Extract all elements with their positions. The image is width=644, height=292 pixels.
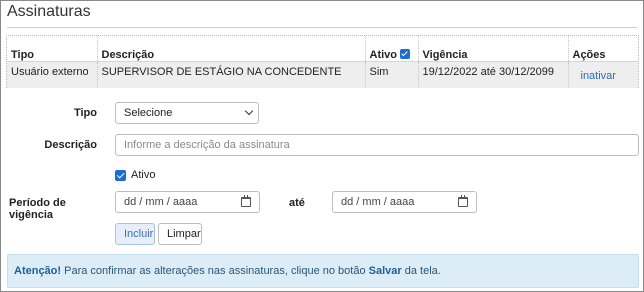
- calendar-icon[interactable]: [458, 195, 468, 207]
- col-header-acoes-label: Ações: [572, 48, 606, 61]
- calendar-icon[interactable]: [241, 195, 251, 207]
- assinaturas-panel: Assinaturas Tipo Descrição Ativo Vigênci…: [0, 0, 644, 292]
- alert-text-before: Para confirmar as alterações nas assinat…: [64, 265, 366, 277]
- table-row: Usuário externo SUPERVISOR DE ESTÁGIO NA…: [7, 61, 638, 88]
- panel-title: Assinaturas: [7, 3, 91, 20]
- col-header-vigencia-label: Vigência: [422, 48, 468, 61]
- cell-descricao: SUPERVISOR DE ESTÁGIO NA CONCEDENTE: [97, 61, 366, 88]
- date-start-placeholder: dd / mm / aaaa: [124, 196, 198, 208]
- col-header-acoes: Ações: [568, 36, 638, 62]
- ativo-filter-checkbox[interactable]: [400, 48, 410, 59]
- alert-salvar-name: Salvar: [368, 265, 402, 277]
- info-alert: Atenção! Para confirmar as alterações na…: [7, 254, 639, 288]
- cell-ativo: Sim: [365, 61, 419, 88]
- table-header-row: Tipo Descrição Ativo Vigência Ações: [7, 36, 638, 62]
- descricao-input[interactable]: Informe a descrição da assinatura: [115, 134, 639, 156]
- alert-strong: Atenção!: [14, 265, 62, 277]
- col-header-tipo-label: Tipo: [11, 48, 35, 61]
- alert-text-after: da tela.: [404, 265, 441, 277]
- col-header-ativo-label: Ativo: [369, 48, 398, 61]
- chevron-down-icon: [244, 106, 254, 116]
- incluir-button[interactable]: Incluir: [115, 223, 155, 245]
- tipo-select[interactable]: Selecione: [115, 102, 259, 124]
- col-header-vigencia: Vigência: [418, 36, 569, 62]
- ate-label: até: [289, 197, 305, 209]
- col-header-descricao: Descrição: [97, 36, 366, 62]
- assinaturas-table: Tipo Descrição Ativo Vigência Ações Usuá…: [6, 35, 639, 88]
- limpar-button[interactable]: Limpar: [158, 223, 202, 245]
- tipo-label: Tipo: [73, 107, 97, 119]
- periodo-vigencia-label: Período de vigência: [9, 197, 66, 221]
- date-start-input[interactable]: dd / mm / aaaa: [115, 191, 260, 213]
- cell-acoes: inativar: [568, 61, 638, 88]
- descricao-label: Descrição: [44, 139, 97, 151]
- date-end-placeholder: dd / mm / aaaa: [341, 196, 415, 208]
- col-header-tipo: Tipo: [7, 36, 98, 62]
- cell-vigencia: 19/12/2022 até 30/12/2099: [418, 61, 569, 88]
- col-header-ativo: Ativo: [365, 36, 419, 62]
- cell-tipo: Usuário externo: [7, 61, 98, 88]
- ativo-checkbox-label: Ativo: [131, 169, 156, 181]
- date-end-input[interactable]: dd / mm / aaaa: [332, 191, 477, 213]
- title-divider: [7, 27, 637, 28]
- inativar-link[interactable]: inativar: [581, 70, 616, 82]
- ativo-checkbox[interactable]: [115, 170, 126, 181]
- tipo-select-value: Selecione: [124, 107, 173, 119]
- col-header-descricao-label: Descrição: [101, 48, 155, 61]
